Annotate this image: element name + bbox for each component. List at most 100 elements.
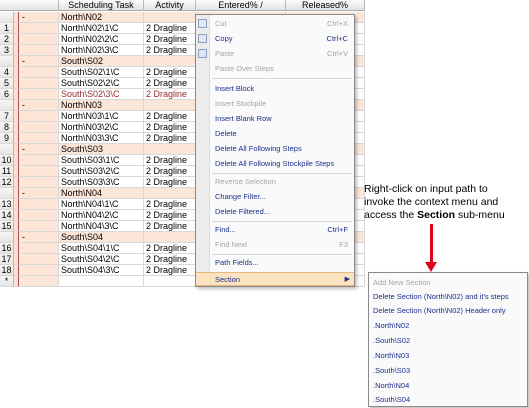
row-number[interactable]: 5 (0, 78, 14, 89)
cell-scheduling-task[interactable]: North\N02 (59, 12, 144, 23)
collapse-toggle[interactable]: - (19, 232, 59, 243)
collapse-toggle[interactable] (19, 177, 59, 188)
cell-activity[interactable]: 2 Dragline (144, 122, 196, 133)
cell-activity[interactable]: 2 Dragline (144, 199, 196, 210)
cell-activity[interactable]: 2 Dragline (144, 34, 196, 45)
menu-item-delete[interactable]: Delete (196, 127, 354, 140)
col-header-entered[interactable]: Entered% / (196, 0, 286, 11)
row-number[interactable]: 7 (0, 111, 14, 122)
cell-scheduling-task[interactable]: North\N04\2\C (59, 210, 144, 221)
collapse-toggle[interactable] (19, 221, 59, 232)
menu-item-delete-following-stockpile-steps[interactable]: Delete All Following Stockpile Steps (196, 157, 354, 170)
cell-activity[interactable] (144, 188, 196, 199)
cell-scheduling-task[interactable]: South\S02\3\C (59, 89, 144, 100)
row-number[interactable]: 9 (0, 133, 14, 144)
collapse-toggle[interactable] (19, 166, 59, 177)
row-number[interactable]: 1 (0, 23, 14, 34)
menu-item-paste-over-steps[interactable]: Paste Over Steps (196, 62, 354, 75)
collapse-toggle[interactable] (19, 254, 59, 265)
col-header-activity[interactable]: Activity (144, 0, 196, 11)
cell-scheduling-task[interactable]: South\S02 (59, 56, 144, 67)
cell-scheduling-task[interactable]: North\N03\2\C (59, 122, 144, 133)
row-number[interactable]: 12 (0, 177, 14, 188)
submenu-item-delete-section-header[interactable]: Delete Section (North\N02) Header only (373, 304, 506, 317)
row-number[interactable] (0, 12, 14, 23)
submenu-item-south-s03[interactable]: .South\S03 (373, 364, 410, 377)
cell-scheduling-task[interactable]: North\N04\3\C (59, 221, 144, 232)
cell-activity[interactable]: 2 Dragline (144, 111, 196, 122)
collapse-toggle[interactable] (19, 67, 59, 78)
row-number[interactable]: 6 (0, 89, 14, 100)
cell-scheduling-task[interactable]: North\N02\3\C (59, 45, 144, 56)
menu-item-find-next[interactable]: Find Next F3 (196, 238, 354, 251)
cell-activity[interactable]: 2 Dragline (144, 89, 196, 100)
row-number[interactable]: 2 (0, 34, 14, 45)
collapse-toggle[interactable] (19, 78, 59, 89)
cell-scheduling-task[interactable]: South\S04\1\C (59, 243, 144, 254)
cell-activity[interactable] (144, 56, 196, 67)
row-number[interactable]: 14 (0, 210, 14, 221)
row-number[interactable] (0, 188, 14, 199)
cell-activity[interactable]: 2 Dragline (144, 265, 196, 276)
submenu-item-south-s02[interactable]: .South\S02 (373, 334, 410, 347)
row-number[interactable]: 13 (0, 199, 14, 210)
collapse-toggle[interactable] (19, 122, 59, 133)
collapse-toggle[interactable]: - (19, 12, 59, 23)
cell-activity[interactable] (144, 276, 196, 287)
collapse-toggle[interactable] (19, 111, 59, 122)
cell-scheduling-task[interactable]: North\N04\1\C (59, 199, 144, 210)
row-number[interactable]: 4 (0, 67, 14, 78)
menu-item-path-fields[interactable]: Path Fields... (196, 256, 354, 269)
cell-activity[interactable]: 2 Dragline (144, 254, 196, 265)
collapse-toggle[interactable] (19, 155, 59, 166)
row-number[interactable]: 18 (0, 265, 14, 276)
row-number[interactable]: 3 (0, 45, 14, 56)
cell-activity[interactable] (144, 232, 196, 243)
row-number[interactable]: 10 (0, 155, 14, 166)
menu-item-section[interactable]: Section ▶ (196, 272, 354, 286)
cell-scheduling-task[interactable]: South\S02\1\C (59, 67, 144, 78)
menu-item-reverse-selection[interactable]: Reverse Selection (196, 175, 354, 188)
menu-item-copy[interactable]: Copy Ctrl+C (196, 32, 354, 45)
submenu-item-south-s04[interactable]: .South\S04 (373, 393, 410, 406)
menu-item-paste[interactable]: Paste Ctrl+V (196, 47, 354, 60)
cell-activity[interactable]: 2 Dragline (144, 155, 196, 166)
collapse-toggle[interactable]: - (19, 188, 59, 199)
collapse-toggle[interactable]: - (19, 100, 59, 111)
cell-scheduling-task[interactable]: North\N03\1\C (59, 111, 144, 122)
row-number[interactable]: 15 (0, 221, 14, 232)
menu-item-find[interactable]: Find... Ctrl+F (196, 223, 354, 236)
cell-activity[interactable]: 2 Dragline (144, 23, 196, 34)
cell-scheduling-task[interactable]: North\N03 (59, 100, 144, 111)
submenu-item-north-n03[interactable]: .North\N03 (373, 349, 409, 362)
cell-scheduling-task[interactable]: South\S04 (59, 232, 144, 243)
col-header-released[interactable]: Released% (286, 0, 365, 11)
cell-activity[interactable]: 2 Dragline (144, 166, 196, 177)
row-number[interactable]: * (0, 276, 14, 287)
menu-item-insert-blank-row[interactable]: Insert Blank Row (196, 112, 354, 125)
collapse-toggle[interactable] (19, 34, 59, 45)
row-number[interactable]: 16 (0, 243, 14, 254)
row-number[interactable] (0, 232, 14, 243)
collapse-toggle[interactable] (19, 210, 59, 221)
collapse-toggle[interactable]: - (19, 144, 59, 155)
collapse-toggle[interactable] (19, 265, 59, 276)
menu-item-change-filter[interactable]: Change Filter... (196, 190, 354, 203)
collapse-toggle[interactable] (19, 199, 59, 210)
collapse-toggle[interactable] (19, 276, 59, 287)
cell-activity[interactable]: 2 Dragline (144, 177, 196, 188)
cell-scheduling-task[interactable]: South\S04\3\C (59, 265, 144, 276)
menu-item-delete-filtered[interactable]: Delete Filtered... (196, 205, 354, 218)
cell-scheduling-task[interactable]: North\N04 (59, 188, 144, 199)
menu-item-insert-block[interactable]: Insert Block (196, 82, 354, 95)
cell-scheduling-task[interactable]: North\N03\3\C (59, 133, 144, 144)
cell-scheduling-task[interactable]: North\N02\2\C (59, 34, 144, 45)
cell-activity[interactable]: 2 Dragline (144, 221, 196, 232)
collapse-toggle[interactable] (19, 89, 59, 100)
cell-scheduling-task[interactable]: South\S03\3\C (59, 177, 144, 188)
row-number[interactable] (0, 56, 14, 67)
row-number[interactable] (0, 100, 14, 111)
cell-scheduling-task[interactable] (59, 276, 144, 287)
submenu-item-north-n04[interactable]: .North\N04 (373, 379, 409, 392)
cell-activity[interactable]: 2 Dragline (144, 67, 196, 78)
